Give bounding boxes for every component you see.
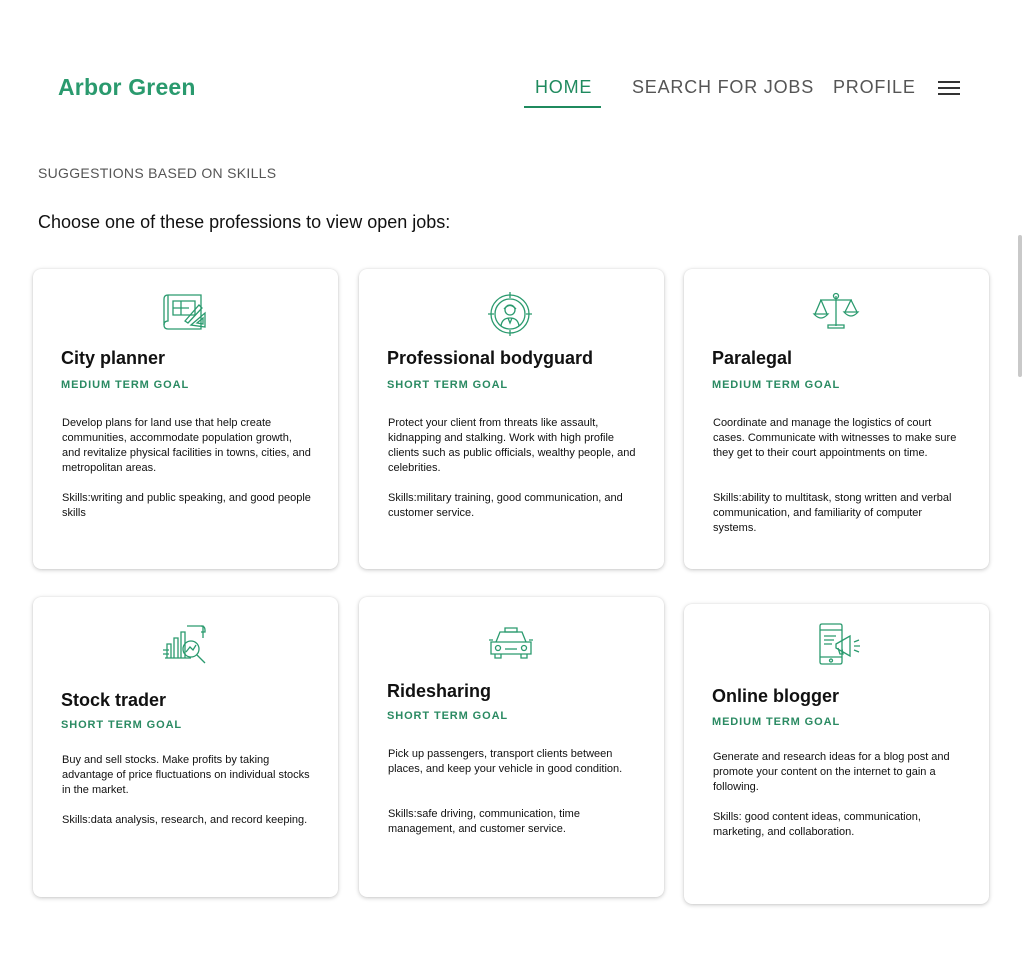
card-skills: Skills:data analysis, research, and reco…: [62, 814, 308, 826]
card-title: City planner: [61, 348, 166, 368]
section-label: SUGGESTIONS BASED ON SKILLS: [38, 165, 277, 181]
blueprint-icon: [161, 291, 209, 335]
card-title: Online blogger: [712, 686, 840, 706]
card-skills: Skills:ability to multitask, stong writt…: [713, 492, 952, 534]
card-description: Generate and research ideas for a blog p…: [713, 751, 950, 793]
nav-profile[interactable]: PROFILE: [833, 77, 916, 98]
nav-home[interactable]: HOME: [535, 77, 592, 98]
bodyguard-target-icon: [486, 292, 534, 336]
goal-badge: MEDIUM TERM GOAL: [712, 379, 841, 391]
card-skills: Skills: good content ideas, communicatio…: [713, 811, 921, 838]
stock-chart-icon: [161, 622, 209, 666]
phone-megaphone-icon: [814, 622, 862, 666]
hamburger-menu-icon[interactable]: [938, 80, 960, 96]
profession-card-paralegal[interactable]: Paralegal MEDIUM TERM GOAL Coordinate an…: [684, 269, 989, 569]
card-description: Buy and sell stocks. Make profits by tak…: [62, 754, 310, 796]
profession-card-city-planner[interactable]: City planner MEDIUM TERM GOAL Develop pl…: [33, 269, 338, 569]
card-skills: Skills:safe driving, communication, time…: [388, 808, 580, 835]
nav-active-underline: [524, 106, 601, 108]
card-description: Protect your client from threats like as…: [388, 417, 636, 474]
profession-card-professional-bodyguard[interactable]: Professional bodyguard SHORT TERM GOAL P…: [359, 269, 664, 569]
page-prompt: Choose one of these professions to view …: [38, 212, 451, 232]
goal-badge: SHORT TERM GOAL: [387, 710, 509, 722]
goal-badge: SHORT TERM GOAL: [387, 379, 509, 391]
nav-search-for-jobs[interactable]: SEARCH FOR JOBS: [632, 77, 814, 98]
card-title: Paralegal: [712, 348, 793, 368]
card-description: Coordinate and manage the logistics of c…: [713, 417, 957, 459]
card-description: Pick up passengers, transport clients be…: [388, 748, 623, 775]
goal-badge: MEDIUM TERM GOAL: [61, 379, 190, 391]
profession-card-stock-trader[interactable]: Stock trader SHORT TERM GOAL Buy and sel…: [33, 597, 338, 897]
taxi-car-icon: [487, 622, 535, 666]
top-nav: HOME SEARCH FOR JOBS PROFILE: [0, 77, 1024, 111]
scales-of-justice-icon: [812, 290, 860, 334]
goal-badge: SHORT TERM GOAL: [61, 719, 183, 731]
card-skills: Skills:writing and public speaking, and …: [62, 492, 311, 519]
card-title: Professional bodyguard: [387, 348, 594, 368]
card-description: Develop plans for land use that help cre…: [62, 417, 311, 474]
card-title: Stock trader: [61, 690, 167, 710]
profession-card-online-blogger[interactable]: Online blogger MEDIUM TERM GOAL Generate…: [684, 604, 989, 904]
card-skills: Skills:military training, good communica…: [388, 492, 623, 519]
goal-badge: MEDIUM TERM GOAL: [712, 716, 841, 728]
profession-card-ridesharing[interactable]: Ridesharing SHORT TERM GOAL Pick up pass…: [359, 597, 664, 897]
scrollbar[interactable]: [1018, 235, 1022, 377]
card-title: Ridesharing: [387, 681, 492, 701]
